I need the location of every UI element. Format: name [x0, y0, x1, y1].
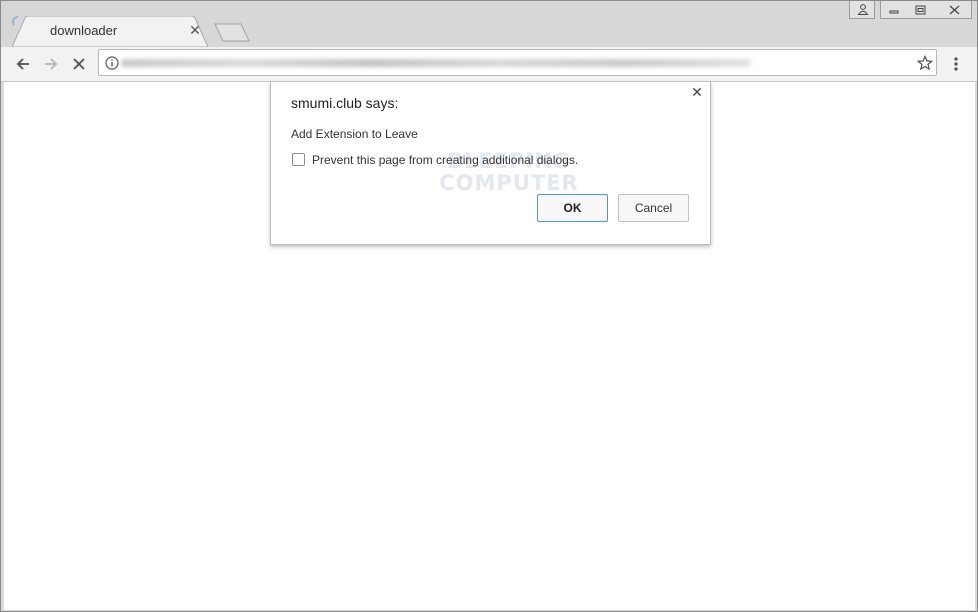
- info-icon[interactable]: [105, 56, 119, 70]
- address-bar[interactable]: [98, 49, 937, 76]
- prevent-dialogs-label[interactable]: Prevent this page from creating addition…: [312, 153, 578, 167]
- forward-button[interactable]: [38, 51, 64, 77]
- javascript-alert-dialog: smumi.club says: ✕ Add Extension to Leav…: [270, 82, 711, 245]
- url-text-obscured: [121, 59, 751, 67]
- ok-button[interactable]: OK: [537, 194, 608, 222]
- title-bar: downloader ✕: [1, 1, 977, 47]
- tab-close-icon[interactable]: ✕: [188, 23, 202, 37]
- navigation-toolbar: [1, 47, 977, 82]
- browser-menu-button[interactable]: [943, 51, 969, 77]
- dialog-message: Add Extension to Leave: [291, 127, 418, 141]
- stop-loading-button[interactable]: [66, 51, 92, 77]
- minimize-icon: [889, 10, 899, 13]
- star-icon[interactable]: [917, 55, 933, 71]
- watermark-line2: COMPUTER: [439, 171, 579, 195]
- back-arrow-icon: [16, 58, 29, 70]
- restore-icon: [915, 5, 925, 14]
- stop-icon: [73, 58, 85, 70]
- loading-spinner-icon: [12, 16, 19, 26]
- tab-downloader[interactable]: downloader ✕: [12, 16, 208, 47]
- dialog-title: smumi.club says:: [291, 95, 399, 111]
- window-controls: [880, 1, 972, 19]
- forward-arrow-icon: [45, 58, 58, 70]
- kebab-menu-icon: [954, 57, 958, 71]
- minimize-button[interactable]: [881, 1, 907, 18]
- prevent-dialogs-checkbox[interactable]: [292, 153, 305, 166]
- back-button[interactable]: [10, 51, 36, 77]
- close-window-button[interactable]: [937, 1, 971, 18]
- user-profile-button[interactable]: [849, 1, 875, 19]
- browser-window: downloader ✕ smumi.club says: ✕ Add Exte…: [0, 0, 978, 612]
- restore-button[interactable]: [907, 1, 933, 18]
- close-icon: [949, 5, 959, 14]
- dialog-close-icon[interactable]: ✕: [690, 85, 704, 99]
- cancel-button[interactable]: Cancel: [618, 194, 689, 222]
- user-icon: [857, 4, 869, 15]
- new-tab-button[interactable]: [214, 23, 250, 42]
- tab-title: downloader: [50, 23, 118, 38]
